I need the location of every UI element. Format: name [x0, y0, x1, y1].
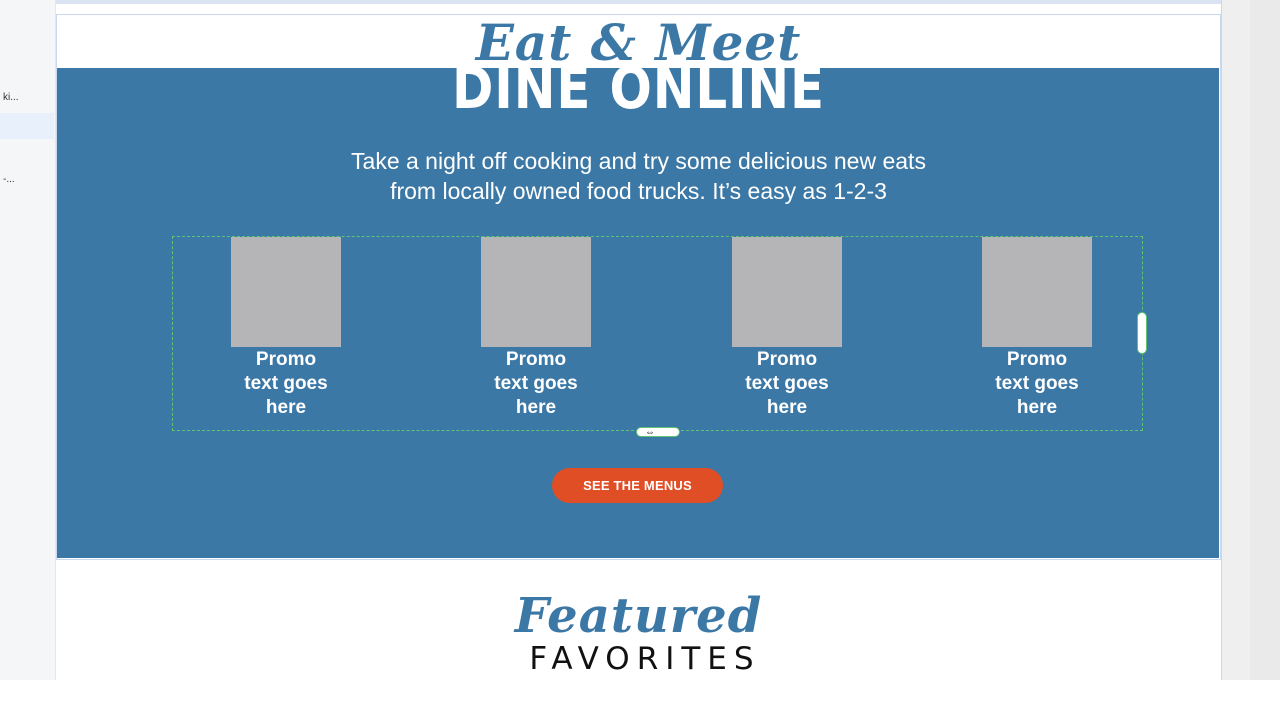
resize-handle-right[interactable]	[1137, 312, 1147, 354]
promo-text-line: text goes	[244, 373, 328, 394]
resize-cursor-icon: ⇔	[645, 427, 655, 438]
image-placeholder[interactable]	[982, 237, 1092, 347]
promo-text-line: Promo	[255, 349, 317, 370]
promo-text-line: here	[515, 397, 557, 418]
promo-text: Promo text goes here	[456, 348, 616, 420]
layer-item-selected[interactable]	[0, 113, 54, 139]
intro-line-2: from locally owned food trucks. It’s eas…	[390, 178, 887, 204]
promo-text-line: here	[766, 397, 808, 418]
image-placeholder[interactable]	[732, 237, 842, 347]
dine-online-headline: DINE ONLINE	[452, 54, 825, 122]
right-panel-gutter	[1222, 0, 1250, 680]
promo-row-selection[interactable]: Promo text goes here Promo text goes her…	[172, 236, 1143, 431]
intro-line-1: Take a night off cooking and try some de…	[351, 148, 926, 174]
promo-text-line: here	[265, 397, 307, 418]
promo-text-line: text goes	[995, 373, 1079, 394]
layer-item[interactable]: -...	[0, 167, 54, 193]
resize-handle-bottom[interactable]	[636, 427, 680, 437]
promo-text: Promo text goes here	[707, 348, 867, 420]
promo-text-line: Promo	[505, 349, 567, 370]
layer-item[interactable]: ki...	[0, 85, 54, 111]
favorites-heading: FAVORITES	[529, 641, 761, 677]
promo-item[interactable]: Promo text goes here	[456, 237, 616, 420]
promo-text: Promo text goes here	[957, 348, 1117, 420]
intro-text[interactable]: Take a night off cooking and try some de…	[56, 146, 1221, 206]
promo-item[interactable]: Promo text goes here	[206, 237, 366, 420]
editor-canvas: Eat & Meet DINE ONLINE Take a night off …	[56, 0, 1221, 680]
right-side-panel	[1221, 0, 1280, 680]
promo-text-line: Promo	[756, 349, 818, 370]
promo-text-line: text goes	[494, 373, 578, 394]
image-placeholder[interactable]	[231, 237, 341, 347]
bottom-blank-area	[0, 680, 1280, 720]
promo-item[interactable]: Promo text goes here	[957, 237, 1117, 420]
see-the-menus-button[interactable]: SEE THE MENUS	[552, 468, 723, 503]
promo-text-line: text goes	[745, 373, 829, 394]
image-placeholder[interactable]	[481, 237, 591, 347]
promo-text: Promo text goes here	[206, 348, 366, 420]
left-layers-panel: ki... -...	[0, 0, 56, 680]
promo-text-line: here	[1016, 397, 1058, 418]
promo-text-line: Promo	[1006, 349, 1068, 370]
promo-item[interactable]: Promo text goes here	[707, 237, 867, 420]
